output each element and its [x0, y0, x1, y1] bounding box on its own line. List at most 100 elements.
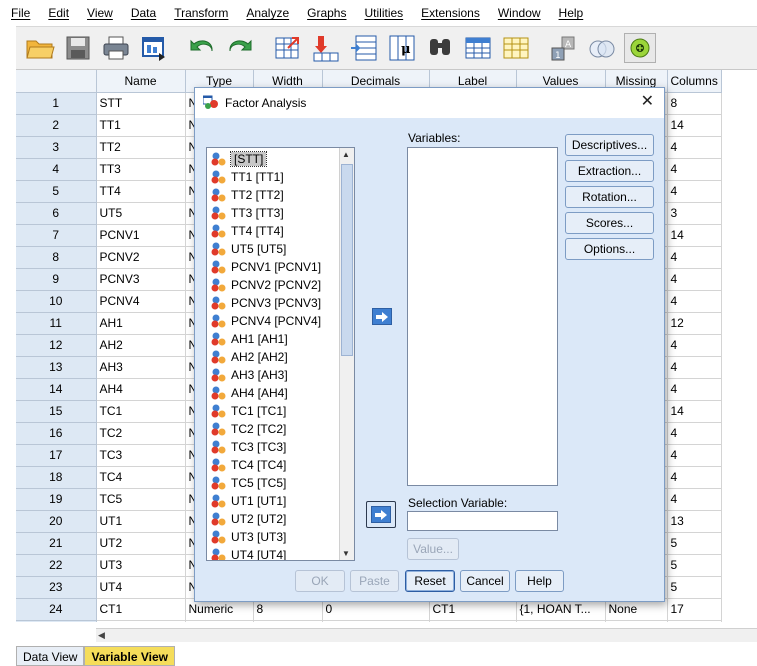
menu-graphs[interactable]: Graphs	[298, 6, 355, 20]
menu-view[interactable]: View	[78, 6, 122, 20]
cell-name[interactable]: AH4	[96, 378, 186, 401]
list-item[interactable]: TT3 [TT3]	[207, 204, 354, 222]
cell-columns[interactable]: 4	[667, 378, 722, 401]
cell-columns[interactable]: 4	[667, 356, 722, 379]
cell-columns[interactable]: 4	[667, 246, 722, 269]
cell-columns[interactable]: 4	[667, 466, 722, 489]
cell-columns[interactable]: 12	[667, 312, 722, 335]
source-list-scrollbar[interactable]: ▲ ▼	[339, 148, 354, 560]
row-number[interactable]: 11	[16, 312, 97, 335]
cancel-button[interactable]: Cancel	[460, 570, 510, 592]
row-number[interactable]: 3	[16, 136, 97, 159]
weight-cases-icon[interactable]: A1	[548, 33, 580, 63]
list-item[interactable]: AH4 [AH4]	[207, 384, 354, 402]
menu-analyze[interactable]: Analyze	[237, 6, 298, 20]
find-icon[interactable]	[424, 33, 456, 63]
row-number[interactable]: 13	[16, 356, 97, 379]
scores-button[interactable]: Scores...	[565, 212, 654, 234]
list-item[interactable]: UT5 [UT5]	[207, 240, 354, 258]
list-item[interactable]: PCNV4 [PCNV4]	[207, 312, 354, 330]
cell-name[interactable]: AH3	[96, 356, 186, 379]
goto-variable-icon[interactable]	[310, 33, 342, 63]
dialog-title-bar[interactable]: Factor Analysis ✕	[195, 88, 664, 118]
cell-name[interactable]: TT4	[96, 180, 186, 203]
menu-window[interactable]: Window	[489, 6, 550, 20]
row-number[interactable]: 25	[16, 620, 97, 622]
cell-columns[interactable]: 4	[667, 444, 722, 467]
column-header-name[interactable]: Name	[96, 70, 186, 93]
undo-icon[interactable]	[186, 33, 218, 63]
row-number[interactable]: 10	[16, 290, 97, 313]
cell-name[interactable]: STT	[96, 92, 186, 115]
cell-columns[interactable]: 14	[667, 224, 722, 247]
cell-columns[interactable]: 5	[667, 554, 722, 577]
menu-edit[interactable]: Edit	[39, 6, 78, 20]
list-item[interactable]: TC2 [TC2]	[207, 420, 354, 438]
cell-name[interactable]: CT1	[96, 598, 186, 621]
value-button[interactable]: Value...	[407, 538, 459, 560]
cell-width[interactable]: 8	[253, 620, 323, 622]
cell-decimals[interactable]: 0	[322, 620, 430, 622]
row-number[interactable]: 6	[16, 202, 97, 225]
cell-columns[interactable]: 14	[667, 114, 722, 137]
cell-name[interactable]: TT2	[96, 136, 186, 159]
list-item[interactable]: AH3 [AH3]	[207, 366, 354, 384]
dialog-recall-icon[interactable]	[138, 33, 170, 63]
tab-variable-view[interactable]: Variable View	[84, 646, 175, 666]
row-number[interactable]: 17	[16, 444, 97, 467]
split-file-icon[interactable]	[462, 33, 494, 63]
menu-file[interactable]: File	[2, 6, 39, 20]
source-variable-list[interactable]: [STT] TT1 [TT1] TT2 [TT2] TT3 [TT3] TT4 [TT4…	[206, 147, 355, 561]
cell-name[interactable]: PCNV1	[96, 224, 186, 247]
cell-columns[interactable]: 8	[667, 92, 722, 115]
row-number[interactable]: 12	[16, 334, 97, 357]
row-number[interactable]: 9	[16, 268, 97, 291]
cell-columns[interactable]: 4	[667, 488, 722, 511]
list-item[interactable]: PCNV2 [PCNV2]	[207, 276, 354, 294]
cell-name[interactable]: PCNV3	[96, 268, 186, 291]
list-item[interactable]: TT1 [TT1]	[207, 168, 354, 186]
redo-icon[interactable]	[224, 33, 256, 63]
cell-columns[interactable]: 4	[667, 158, 722, 181]
variables-list[interactable]	[407, 147, 558, 486]
reset-button[interactable]: Reset	[405, 570, 455, 592]
cell-columns[interactable]: 5	[667, 576, 722, 599]
row-number[interactable]: 19	[16, 488, 97, 511]
cell-columns[interactable]: 5	[667, 620, 722, 622]
cell-name[interactable]: PCNV4	[96, 290, 186, 313]
row-number[interactable]: 15	[16, 400, 97, 423]
row-number[interactable]: 20	[16, 510, 97, 533]
cell-columns[interactable]: 5	[667, 532, 722, 555]
cell-columns[interactable]: 13	[667, 510, 722, 533]
row-number[interactable]: 16	[16, 422, 97, 445]
cell-name[interactable]: CT2	[96, 620, 186, 622]
row-number[interactable]: 1	[16, 92, 97, 115]
list-item[interactable]: TC5 [TC5]	[207, 474, 354, 492]
cell-columns[interactable]: 4	[667, 334, 722, 357]
row-number[interactable]: 2	[16, 114, 97, 137]
cell-columns[interactable]: 4	[667, 422, 722, 445]
cell-name[interactable]: TT1	[96, 114, 186, 137]
cell-values[interactable]: {1, HOÀN T...	[516, 620, 606, 622]
paste-button[interactable]: Paste	[350, 570, 399, 592]
descriptives-button[interactable]: Descriptives...	[565, 134, 654, 156]
cell-columns[interactable]: 14	[667, 400, 722, 423]
row-number[interactable]: 4	[16, 158, 97, 181]
cell-name[interactable]: TC4	[96, 466, 186, 489]
row-number[interactable]: 18	[16, 466, 97, 489]
save-icon[interactable]	[62, 33, 94, 63]
list-item[interactable]: TT4 [TT4]	[207, 222, 354, 240]
row-number[interactable]: 8	[16, 246, 97, 269]
move-to-selection-button[interactable]	[366, 501, 396, 528]
scroll-left-icon[interactable]: ◀	[98, 630, 105, 641]
row-number[interactable]: 22	[16, 554, 97, 577]
extraction-button[interactable]: Extraction...	[565, 160, 654, 182]
cell-name[interactable]: TC3	[96, 444, 186, 467]
row-number[interactable]: 14	[16, 378, 97, 401]
scroll-thumb[interactable]	[341, 164, 353, 356]
menu-help[interactable]: Help	[550, 6, 593, 20]
row-number[interactable]: 24	[16, 598, 97, 621]
row-number[interactable]: 5	[16, 180, 97, 203]
selection-variable-field[interactable]	[407, 511, 558, 531]
open-icon[interactable]	[24, 33, 56, 63]
